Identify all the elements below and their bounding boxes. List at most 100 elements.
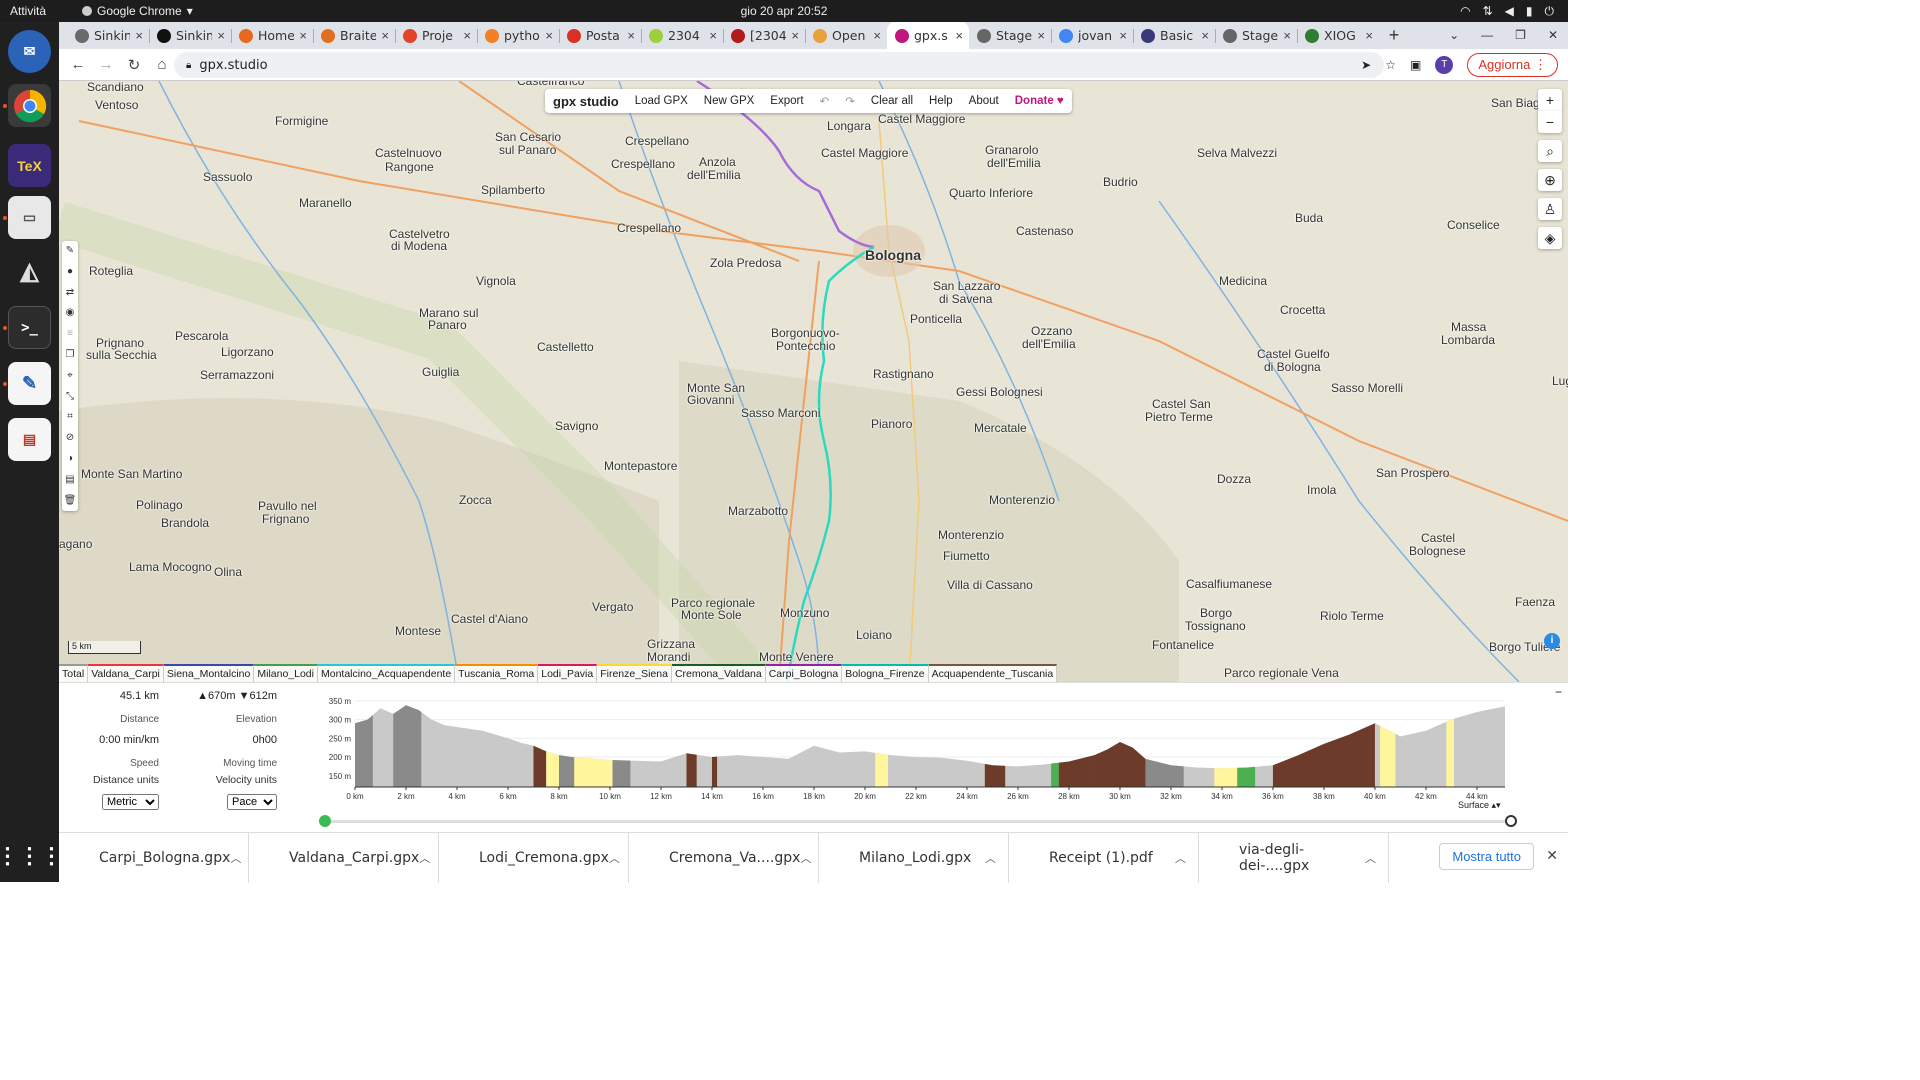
download-item[interactable]: Lodi_Cremona.gpx ︿ <box>439 832 629 883</box>
browser-tab[interactable]: Home × <box>231 22 313 49</box>
range-start-handle[interactable] <box>319 815 331 827</box>
download-item[interactable]: Receipt (1).pdf ︿ <box>1009 832 1199 883</box>
browser-tab[interactable]: jovan × <box>1051 22 1133 49</box>
legend-track-item[interactable]: Valdana_Carpi <box>88 664 164 682</box>
velocity-units-select[interactable]: Pace <box>227 794 277 810</box>
legend-track-item[interactable]: Tuscania_Roma <box>455 664 539 682</box>
browser-tab[interactable]: Basic × <box>1133 22 1215 49</box>
browser-tab[interactable]: Sinkin × <box>149 22 231 49</box>
tab-close-icon[interactable]: × <box>135 28 143 43</box>
tab-close-icon[interactable]: × <box>545 28 553 43</box>
chevron-up-icon[interactable]: ︿ <box>985 850 996 866</box>
pencil-icon[interactable]: ✎ <box>62 241 78 262</box>
copy-icon[interactable]: ❐ <box>62 345 78 366</box>
legend-track-item[interactable]: Carpi_Bologna <box>765 664 843 682</box>
window-close-icon[interactable]: ✕ <box>1548 28 1558 42</box>
zoom-out-icon[interactable]: − <box>1538 111 1562 133</box>
browser-tab[interactable]: XIOG × <box>1297 22 1379 49</box>
tab-close-icon[interactable]: × <box>1201 28 1209 43</box>
trash-icon[interactable]: 🗑︎ <box>62 491 78 512</box>
about-button[interactable]: About <box>969 95 999 107</box>
new-gpx-button[interactable]: New GPX <box>704 95 755 107</box>
legend-track-item[interactable]: Milano_Lodi <box>254 664 318 682</box>
new-tab-icon[interactable]: + <box>1379 22 1409 49</box>
tab-close-icon[interactable]: × <box>873 28 881 43</box>
download-item[interactable]: Carpi_Bologna.gpx ︿ <box>59 832 249 883</box>
palette-icon[interactable]: ◑ <box>62 449 78 470</box>
tab-close-icon[interactable]: × <box>1037 28 1045 43</box>
avatar[interactable]: T <box>1435 55 1454 74</box>
url-input[interactable]: 🔒︎ gpx.studio <box>174 52 1384 78</box>
browser-tab[interactable]: 2304 × <box>641 22 723 49</box>
tab-close-icon[interactable]: × <box>1119 28 1127 43</box>
browser-tab[interactable]: Posta × <box>559 22 641 49</box>
map-view[interactable]: Scandiano Ventoso Formigine Sassuolo Maranel… <box>59 81 1568 682</box>
download-item[interactable]: Milano_Lodi.gpx ︿ <box>819 832 1009 883</box>
browser-tab[interactable]: Proje × <box>395 22 477 49</box>
collapse-panel-icon[interactable]: − <box>1555 685 1562 699</box>
clear-all-button[interactable]: Clear all <box>871 95 913 107</box>
chevron-up-icon[interactable]: ︿ <box>419 850 430 866</box>
text-editor-icon[interactable]: ✎ <box>8 362 51 405</box>
marker-icon[interactable]: ⌖ <box>62 366 78 387</box>
pegman-icon[interactable]: ♙ <box>1538 198 1562 220</box>
forward-icon[interactable]: → <box>93 56 119 73</box>
download-item[interactable]: Valdana_Carpi.gpx ︿ <box>249 832 439 883</box>
maximize-icon[interactable]: ❐ <box>1515 28 1526 42</box>
donate-button[interactable]: Donate ♥ <box>1015 95 1064 107</box>
redo-icon[interactable]: ↷ <box>845 94 855 108</box>
browser-tab[interactable]: Braite × <box>313 22 395 49</box>
chevron-up-icon[interactable]: ︿ <box>609 850 620 866</box>
distance-units-select[interactable]: Metric <box>102 794 159 810</box>
tab-close-icon[interactable]: × <box>381 28 389 43</box>
chevron-up-icon[interactable]: ︿ <box>1365 850 1376 866</box>
bookmark-star-icon[interactable]: ☆ <box>1385 58 1396 72</box>
tab-close-icon[interactable]: × <box>299 28 307 43</box>
load-gpx-button[interactable]: Load GPX <box>635 95 688 107</box>
show-all-downloads-button[interactable]: Mostra tutto <box>1439 843 1534 870</box>
legend-track-item[interactable]: Total <box>59 664 89 682</box>
layers-icon[interactable]: ◈ <box>1538 227 1562 249</box>
browser-tab[interactable]: [2304 × <box>723 22 805 49</box>
undo-icon[interactable]: ↶ <box>820 94 830 108</box>
locate-icon[interactable]: ⊕ <box>1538 169 1562 191</box>
inkscape-icon[interactable]: ◭ <box>8 250 51 293</box>
update-button[interactable]: Aggiorna ⋮ <box>1467 52 1558 77</box>
legend-track-item[interactable]: Siena_Montalcino <box>163 664 255 682</box>
back-icon[interactable]: ← <box>65 56 91 73</box>
compress-icon[interactable]: ⤡ <box>62 387 78 408</box>
tab-close-icon[interactable]: × <box>709 28 717 43</box>
close-icon[interactable]: ✕ <box>1546 847 1558 864</box>
tab-close-icon[interactable]: × <box>1365 28 1373 43</box>
legend-track-item[interactable]: Firenze_Siena <box>597 664 672 682</box>
tab-list-icon[interactable]: ⌄ <box>1449 28 1459 42</box>
layers-edit-icon[interactable]: ▤ <box>62 470 78 491</box>
reverse-icon[interactable]: ⇄ <box>62 283 78 304</box>
tab-close-icon[interactable]: × <box>627 28 635 43</box>
search-icon[interactable]: ⌕ <box>1538 140 1562 162</box>
minimize-icon[interactable]: — <box>1481 28 1493 42</box>
tab-close-icon[interactable]: × <box>1283 28 1291 43</box>
elevation-chart[interactable]: 150 m 200 m 250 m 300 m 350 m 0 km 2 km 4 km 6 k… <box>315 691 1515 811</box>
chevron-up-icon[interactable]: ︿ <box>1175 850 1186 866</box>
browser-tab[interactable]: Stage × <box>1215 22 1297 49</box>
info-icon[interactable]: i <box>1544 633 1560 649</box>
browser-tab[interactable]: pytho × <box>477 22 559 49</box>
show-apps-icon[interactable]: ⋮⋮⋮ <box>0 834 63 877</box>
texstudio-icon[interactable]: TeX <box>8 144 51 187</box>
drop-icon[interactable]: ● <box>62 262 78 283</box>
system-tray[interactable]: ◠ ⇅ ◀ ▮ ⏻ <box>1460 4 1554 19</box>
terminal-icon[interactable]: >_ <box>8 306 51 349</box>
legend-track-item[interactable]: Lodi_Pavia <box>538 664 598 682</box>
chevron-up-icon[interactable]: ︿ <box>230 850 241 866</box>
legend-track-item[interactable]: Acquapendente_Tuscania <box>928 664 1058 682</box>
export-button[interactable]: Export <box>770 95 803 107</box>
tab-close-icon[interactable]: × <box>791 28 799 43</box>
clock[interactable]: gio 20 apr 20:52 <box>0 4 1568 18</box>
send-icon[interactable]: ➤ <box>1361 58 1371 72</box>
zoom-in-icon[interactable]: + <box>1538 89 1562 111</box>
range-end-handle[interactable] <box>1505 815 1517 827</box>
browser-tab[interactable]: gpx.s × <box>887 22 969 49</box>
tab-close-icon[interactable]: × <box>217 28 225 43</box>
browser-tab[interactable]: Open × <box>805 22 887 49</box>
